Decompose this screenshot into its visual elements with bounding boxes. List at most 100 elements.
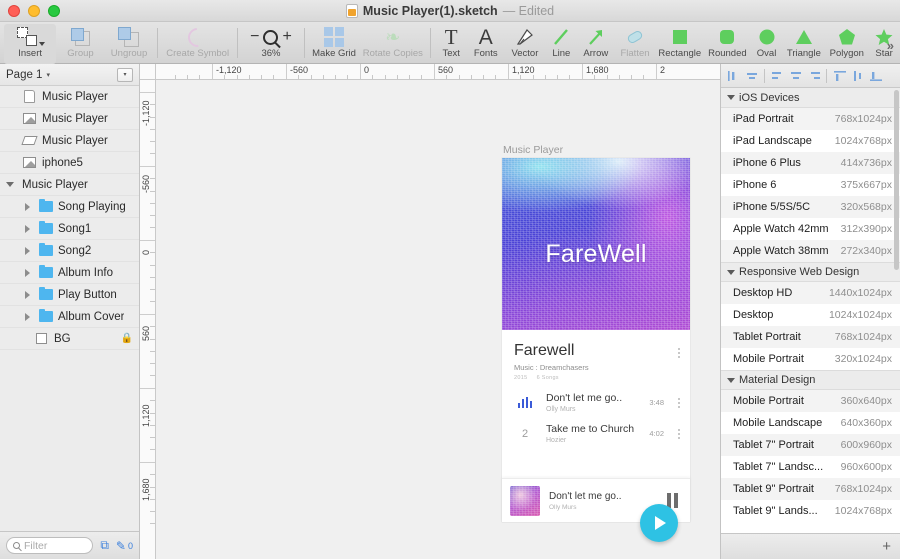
align-center-horizontal-icon[interactable] (743, 67, 760, 85)
ungroup-button[interactable]: Ungroup (105, 24, 154, 64)
list-item[interactable]: iPhone 6 375x667px (721, 174, 900, 196)
list-item-artboard[interactable]: Music Player (0, 174, 139, 196)
line-button[interactable]: Line (545, 24, 577, 64)
duplicate-icon[interactable]: ⧉ (100, 538, 109, 553)
list-item[interactable]: Music Player (0, 130, 139, 152)
insert-button[interactable]: Insert (4, 24, 57, 64)
zoom-icon[interactable] (263, 29, 279, 45)
fonts-button[interactable]: A Fonts (467, 24, 504, 64)
create-symbol-button[interactable]: Create Symbol (162, 23, 233, 64)
page-selector[interactable]: Page 1 ▾ ▾ (0, 64, 139, 86)
group-header-material-design[interactable]: Material Design (721, 370, 900, 390)
arrow-button[interactable]: Arrow (577, 24, 614, 64)
disclosure-triangle[interactable] (22, 268, 33, 277)
flatten-button[interactable]: Flatten (614, 24, 655, 64)
chevron-down-icon[interactable] (39, 42, 46, 46)
page-options-button[interactable]: ▾ (117, 67, 133, 82)
disclosure-triangle[interactable] (22, 202, 33, 211)
toolbar-overflow-button[interactable]: » (887, 38, 894, 53)
create-symbol-icon (184, 23, 212, 51)
vertical-ruler[interactable]: -1,120 -560 0 560 1,120 1,680 (140, 80, 156, 559)
zoom-out-icon[interactable]: − (250, 28, 259, 46)
list-item[interactable]: Tablet 7" Landsc... 960x600px (721, 456, 900, 478)
rectangle-button[interactable]: Rectangle (656, 24, 705, 64)
artboard-label[interactable]: Music Player (503, 144, 563, 156)
list-item[interactable]: Album Info (0, 262, 139, 284)
close-button[interactable] (8, 4, 20, 17)
fonts-label: Fonts (473, 48, 498, 59)
filter-input[interactable]: Filter (6, 537, 94, 554)
track-row[interactable]: 2 Take me to Church Hozier 4:02 (502, 418, 690, 449)
design-canvas[interactable]: Music Player FareWell Farewell Music : D… (156, 80, 720, 559)
list-item[interactable]: Music Player (0, 86, 139, 108)
disclosure-triangle[interactable] (22, 224, 33, 233)
kebab-menu-icon[interactable] (678, 428, 680, 439)
zoom-control[interactable]: − + 36% (242, 24, 300, 64)
list-item[interactable]: Mobile Portrait 360x640px (721, 390, 900, 412)
add-preset-button[interactable]: + (882, 539, 891, 554)
maximize-button[interactable] (48, 4, 60, 17)
disclosure-triangle[interactable] (22, 246, 33, 255)
list-item[interactable]: Play Button (0, 284, 139, 306)
kebab-menu-icon[interactable] (678, 397, 680, 408)
artboard-presets-list[interactable]: iOS Devices iPad Portrait 768x1024px iPad… (721, 88, 900, 533)
disclosure-triangle[interactable] (4, 182, 15, 187)
list-item[interactable]: iPad Landscape 1024x768px (721, 130, 900, 152)
distribute-center-icon[interactable] (787, 67, 804, 85)
triangle-button[interactable]: Triangle (782, 24, 825, 64)
list-item[interactable]: Mobile Portrait 320x1024px (721, 348, 900, 370)
text-button[interactable]: T Text (435, 24, 467, 64)
kebab-menu-icon[interactable] (678, 348, 680, 358)
distribute-left-icon[interactable] (769, 67, 786, 85)
list-item[interactable]: Song2 (0, 240, 139, 262)
list-item[interactable]: iphone5 (0, 152, 139, 174)
list-item[interactable]: Apple Watch 42mm 312x390px (721, 218, 900, 240)
list-item[interactable]: Desktop 1024x1024px (721, 304, 900, 326)
list-item[interactable]: Song Playing (0, 196, 139, 218)
align-left-icon[interactable] (725, 67, 742, 85)
list-item[interactable]: Song1 (0, 218, 139, 240)
list-item[interactable]: Tablet 9" Lands... 1024x768px (721, 500, 900, 522)
group-button[interactable]: Group (56, 24, 105, 64)
artboard-music-player[interactable]: FareWell Farewell Music : Dreamchasers 2… (502, 158, 690, 542)
distribute-right-icon[interactable] (805, 67, 822, 85)
minimize-button[interactable] (28, 4, 40, 17)
chevron-down-icon[interactable]: ▾ (46, 71, 50, 79)
album-cover[interactable]: FareWell (502, 158, 690, 330)
list-item[interactable]: iPhone 5/5S/5C 320x568px (721, 196, 900, 218)
group-header-responsive-web-design[interactable]: Responsive Web Design (721, 262, 900, 282)
list-item[interactable]: Apple Watch 38mm 272x340px (721, 240, 900, 262)
list-item[interactable]: Album Cover (0, 306, 139, 328)
window-controls[interactable] (8, 4, 60, 17)
polygon-button[interactable]: Polygon (825, 24, 868, 64)
pencil-icon[interactable]: ✎ 0 (116, 539, 133, 553)
toolbar-divider (157, 28, 159, 58)
horizontal-ruler[interactable]: -1,120 -560 0 560 1,120 1,680 2 (140, 64, 720, 80)
lock-icon[interactable]: 🔒 (121, 333, 133, 344)
align-bottom-icon[interactable] (867, 67, 884, 85)
align-top-icon[interactable] (831, 67, 848, 85)
disclosure-triangle[interactable] (22, 312, 33, 321)
list-item[interactable]: Desktop HD 1440x1024px (721, 282, 900, 304)
list-item[interactable]: Tablet 7" Portrait 600x960px (721, 434, 900, 456)
list-item[interactable]: Tablet 9" Portrait 768x1024px (721, 478, 900, 500)
list-item[interactable]: Mobile Landscape 640x360px (721, 412, 900, 434)
list-item[interactable]: Music Player (0, 108, 139, 130)
star-button[interactable]: Star (868, 24, 900, 64)
disclosure-triangle[interactable] (22, 290, 33, 299)
list-item[interactable]: Tablet Portrait 768x1024px (721, 326, 900, 348)
zoom-in-icon[interactable]: + (282, 28, 291, 46)
list-item[interactable]: BG 🔒 (0, 328, 139, 350)
scrollbar[interactable] (894, 90, 899, 270)
align-middle-icon[interactable] (849, 67, 866, 85)
list-item[interactable]: iPad Portrait 768x1024px (721, 108, 900, 130)
rotate-copies-button[interactable]: ❧ Rotate Copies (359, 24, 426, 64)
play-button-icon[interactable] (640, 504, 678, 542)
oval-button[interactable]: Oval (751, 24, 783, 64)
track-row[interactable]: Don't let me go.. Olly Murs 3:48 (502, 387, 690, 418)
group-header-ios-devices[interactable]: iOS Devices (721, 88, 900, 108)
rounded-button[interactable]: Rounded (704, 24, 751, 64)
make-grid-button[interactable]: Make Grid (309, 24, 359, 64)
vector-button[interactable]: Vector (504, 24, 545, 64)
list-item[interactable]: iPhone 6 Plus 414x736px (721, 152, 900, 174)
